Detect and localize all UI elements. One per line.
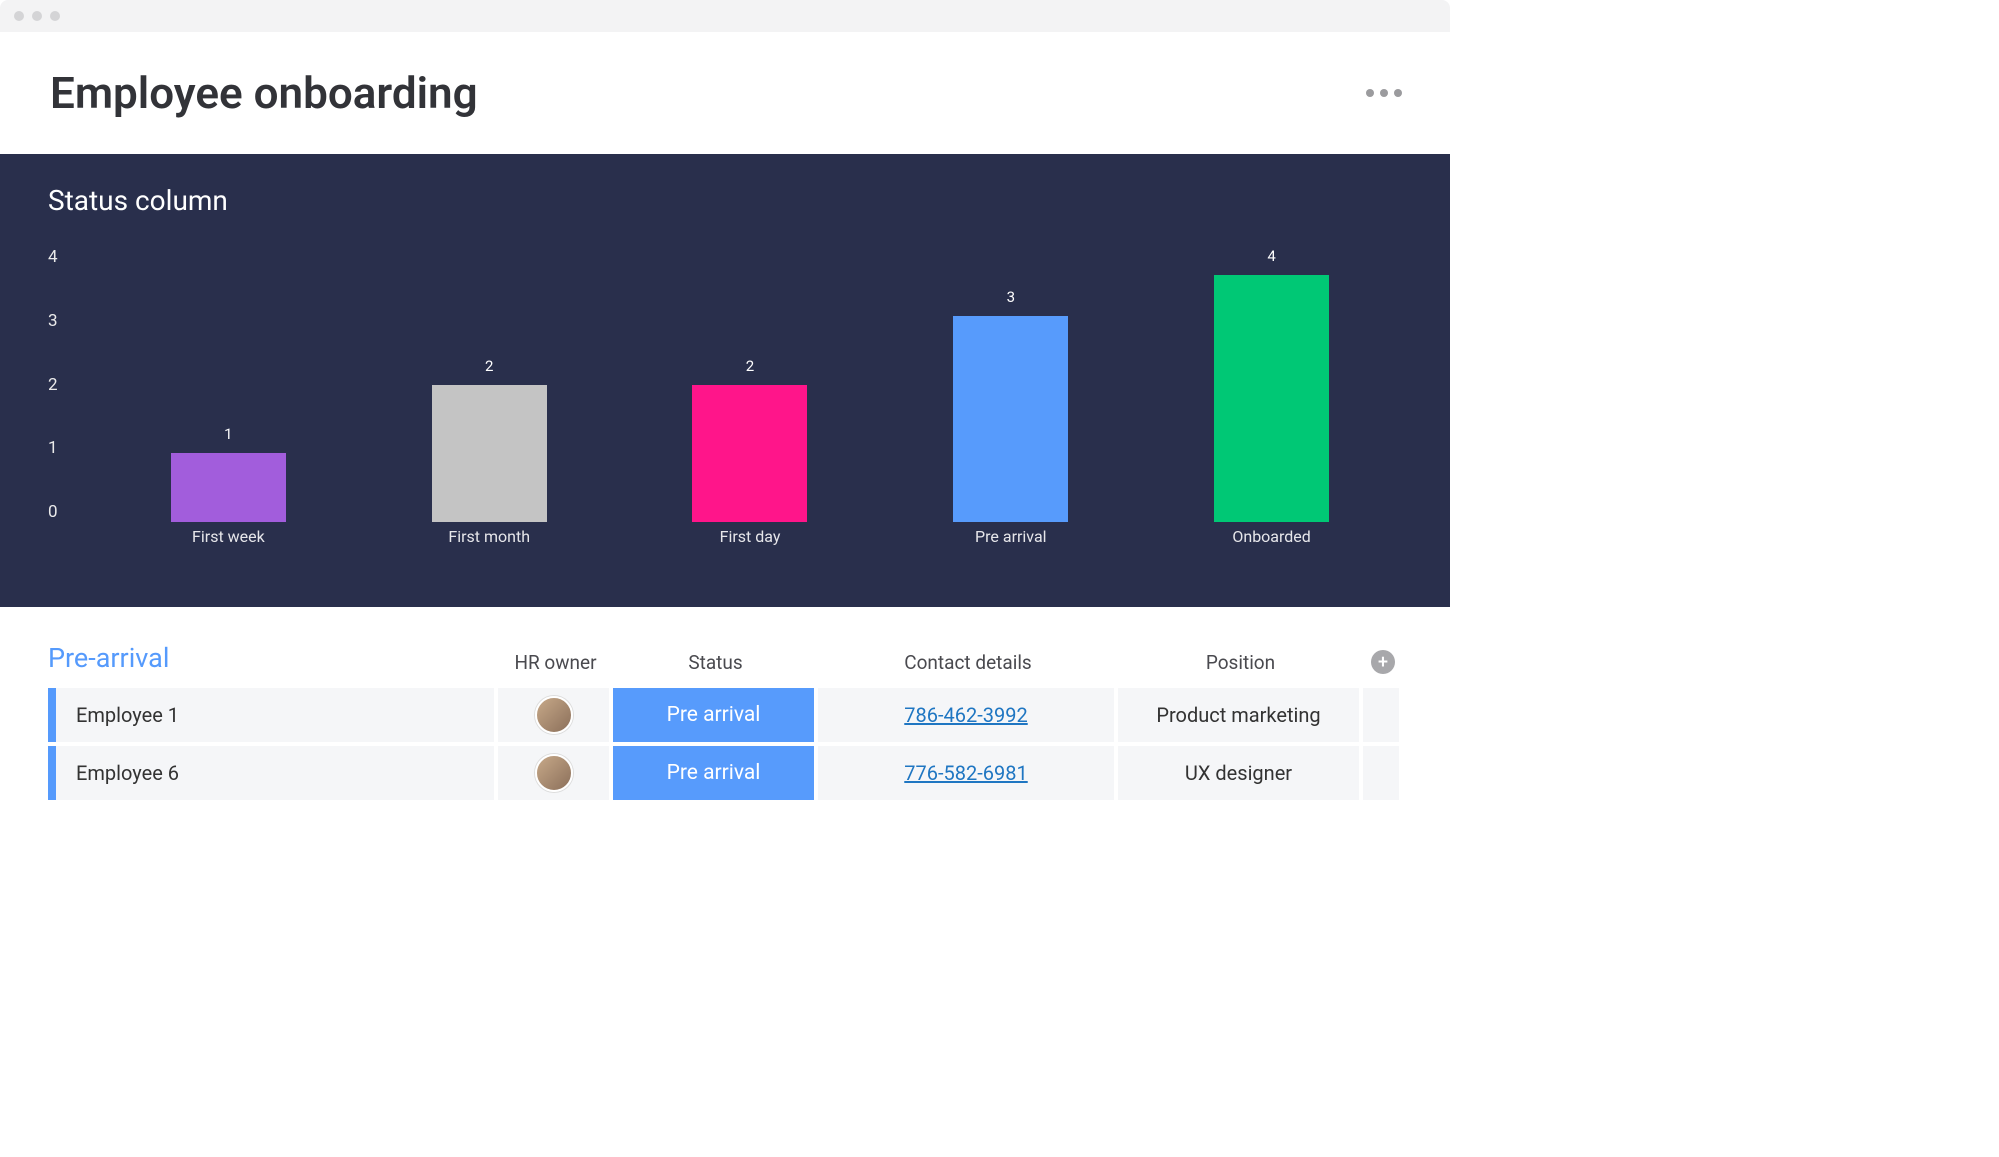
chart-bar[interactable]: 3 [880, 247, 1141, 522]
window-control-maximize[interactable] [50, 11, 60, 21]
chart-y-axis: 4 3 2 1 0 [48, 247, 78, 522]
chart-title: Status column [48, 184, 1402, 217]
bar-chart: 4 3 2 1 0 1 2 2 3 4 First weekFirst monthFirst d… [48, 247, 1402, 557]
chart-x-label: Pre arrival [880, 527, 1141, 557]
chart-bar-rect [1214, 275, 1329, 522]
cell-contact[interactable]: 786-462-3992 [818, 688, 1114, 742]
chart-plot-area: 1 2 2 3 4 [98, 247, 1402, 522]
page-title: Employee onboarding [50, 67, 478, 119]
chart-bar-rect [953, 316, 1068, 522]
chart-bar-value: 4 [1267, 247, 1275, 265]
column-header-contact[interactable]: Contact details [818, 651, 1118, 674]
chart-x-label: First day [620, 527, 881, 557]
avatar [535, 754, 573, 792]
row-accent [48, 746, 56, 800]
chart-bar-value: 1 [224, 425, 232, 443]
table-row[interactable]: Employee 1 Pre arrival786-462-3992Product… [48, 688, 1402, 742]
cell-employee-name[interactable]: Employee 1 [56, 688, 494, 742]
window-control-minimize[interactable] [32, 11, 42, 21]
cell-employee-name[interactable]: Employee 6 [56, 746, 494, 800]
chart-bar-value: 2 [746, 357, 754, 375]
cell-position[interactable]: Product marketing [1118, 688, 1359, 742]
plus-icon: + [1371, 650, 1395, 674]
chart-bar[interactable]: 2 [359, 247, 620, 522]
chart-y-tick: 2 [48, 375, 78, 395]
cell-hr-owner[interactable] [498, 688, 609, 742]
chart-y-tick: 4 [48, 247, 78, 267]
chart-bar-value: 3 [1007, 288, 1015, 306]
chart-x-label: Onboarded [1141, 527, 1402, 557]
more-options-button[interactable] [1366, 89, 1402, 97]
chart-panel: Status column 43210 12234 First weekFirs… [0, 154, 1450, 607]
chart-bar-value: 2 [485, 357, 493, 375]
window-titlebar [0, 0, 1450, 32]
avatar [535, 696, 573, 734]
chart-x-label: First month [359, 527, 620, 557]
chart-x-axis: First weekFirst monthFirst dayPre arriva… [98, 527, 1402, 557]
cell-hr-owner[interactable] [498, 746, 609, 800]
column-header-owner[interactable]: HR owner [498, 651, 613, 674]
cell-status[interactable]: Pre arrival [613, 688, 814, 742]
chart-bar[interactable]: 4 [1141, 247, 1402, 522]
row-accent [48, 688, 56, 742]
column-header-position[interactable]: Position [1118, 651, 1363, 674]
cell-trailing [1363, 746, 1399, 800]
chart-bar[interactable]: 1 [98, 247, 359, 522]
column-header-status[interactable]: Status [613, 651, 818, 674]
chart-x-label: First week [98, 527, 359, 557]
chart-y-tick: 1 [48, 438, 78, 458]
group-title[interactable]: Pre-arrival [48, 642, 498, 674]
chart-bar-rect [432, 385, 547, 523]
chart-y-tick: 3 [48, 311, 78, 331]
add-column-button[interactable]: + [1363, 650, 1403, 674]
table-header-row: Pre-arrival HR owner Status Contact deta… [48, 642, 1402, 674]
chart-bar-rect [171, 453, 286, 522]
ellipsis-icon [1366, 89, 1374, 97]
chart-bar[interactable]: 2 [620, 247, 881, 522]
cell-contact[interactable]: 776-582-6981 [818, 746, 1114, 800]
window-control-close[interactable] [14, 11, 24, 21]
page-header: Employee onboarding [0, 32, 1450, 154]
cell-status[interactable]: Pre arrival [613, 746, 814, 800]
chart-y-tick: 0 [48, 502, 78, 522]
ellipsis-icon [1394, 89, 1402, 97]
chart-bar-rect [692, 385, 807, 523]
cell-trailing [1363, 688, 1399, 742]
table-row[interactable]: Employee 6 Pre arrival776-582-6981UX desi… [48, 746, 1402, 800]
ellipsis-icon [1380, 89, 1388, 97]
employee-table: Pre-arrival HR owner Status Contact deta… [0, 607, 1450, 800]
cell-position[interactable]: UX designer [1118, 746, 1359, 800]
